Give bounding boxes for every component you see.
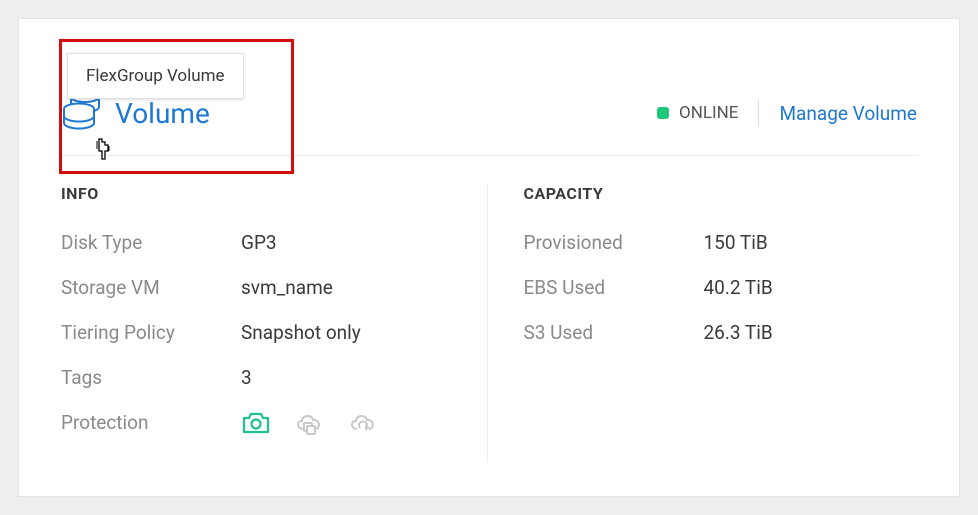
- status-dot-icon: [657, 107, 669, 119]
- volume-tooltip: FlexGroup Volume: [67, 53, 244, 99]
- status-indicator: ONLINE: [657, 103, 738, 123]
- value-provisioned: 150 TiB: [704, 231, 768, 254]
- snapshot-camera-icon[interactable]: [241, 411, 271, 440]
- status-label: ONLINE: [679, 103, 738, 123]
- value-tiering-policy: Snapshot only: [241, 321, 361, 344]
- capacity-section: CAPACITY Provisioned 150 TiB EBS Used 40…: [488, 184, 920, 462]
- pointer-cursor-icon: [91, 137, 115, 169]
- capacity-title: CAPACITY: [524, 184, 920, 203]
- label-tags: Tags: [61, 366, 241, 389]
- label-tiering-policy: Tiering Policy: [61, 321, 241, 344]
- value-tags: 3: [241, 366, 252, 389]
- label-protection: Protection: [61, 411, 241, 440]
- manage-volume-link[interactable]: Manage Volume: [779, 102, 917, 125]
- label-ebs-used: EBS Used: [524, 276, 704, 299]
- label-s3-used: S3 Used: [524, 321, 704, 344]
- capacity-row-s3-used: S3 Used 26.3 TiB: [524, 321, 920, 344]
- volume-title: Volume: [115, 97, 210, 130]
- label-provisioned: Provisioned: [524, 231, 704, 254]
- value-disk-type: GP3: [241, 231, 277, 254]
- info-section: INFO Disk Type GP3 Storage VM svm_name T…: [61, 184, 488, 462]
- header-actions: ONLINE Manage Volume: [657, 100, 917, 126]
- capacity-row-ebs-used: EBS Used 40.2 TiB: [524, 276, 920, 299]
- value-storage-vm: svm_name: [241, 276, 333, 299]
- replication-cloud-icon[interactable]: [293, 411, 325, 440]
- info-row-storage-vm: Storage VM svm_name: [61, 276, 457, 299]
- tooltip-text: FlexGroup Volume: [86, 66, 225, 86]
- label-disk-type: Disk Type: [61, 231, 241, 254]
- value-ebs-used: 40.2 TiB: [704, 276, 773, 299]
- backup-cloud-icon[interactable]: [347, 411, 379, 440]
- info-title: INFO: [61, 184, 457, 203]
- info-row-disk-type: Disk Type GP3: [61, 231, 457, 254]
- protection-icons-group: [241, 411, 379, 440]
- divider: [758, 100, 759, 126]
- card-body: INFO Disk Type GP3 Storage VM svm_name T…: [19, 156, 959, 472]
- capacity-row-provisioned: Provisioned 150 TiB: [524, 231, 920, 254]
- value-s3-used: 26.3 TiB: [704, 321, 773, 344]
- info-row-tiering-policy: Tiering Policy Snapshot only: [61, 321, 457, 344]
- info-row-tags: Tags 3: [61, 366, 457, 389]
- info-row-protection: Protection: [61, 411, 457, 440]
- volume-card: FlexGroup Volume Volume ON: [18, 18, 960, 497]
- label-storage-vm: Storage VM: [61, 276, 241, 299]
